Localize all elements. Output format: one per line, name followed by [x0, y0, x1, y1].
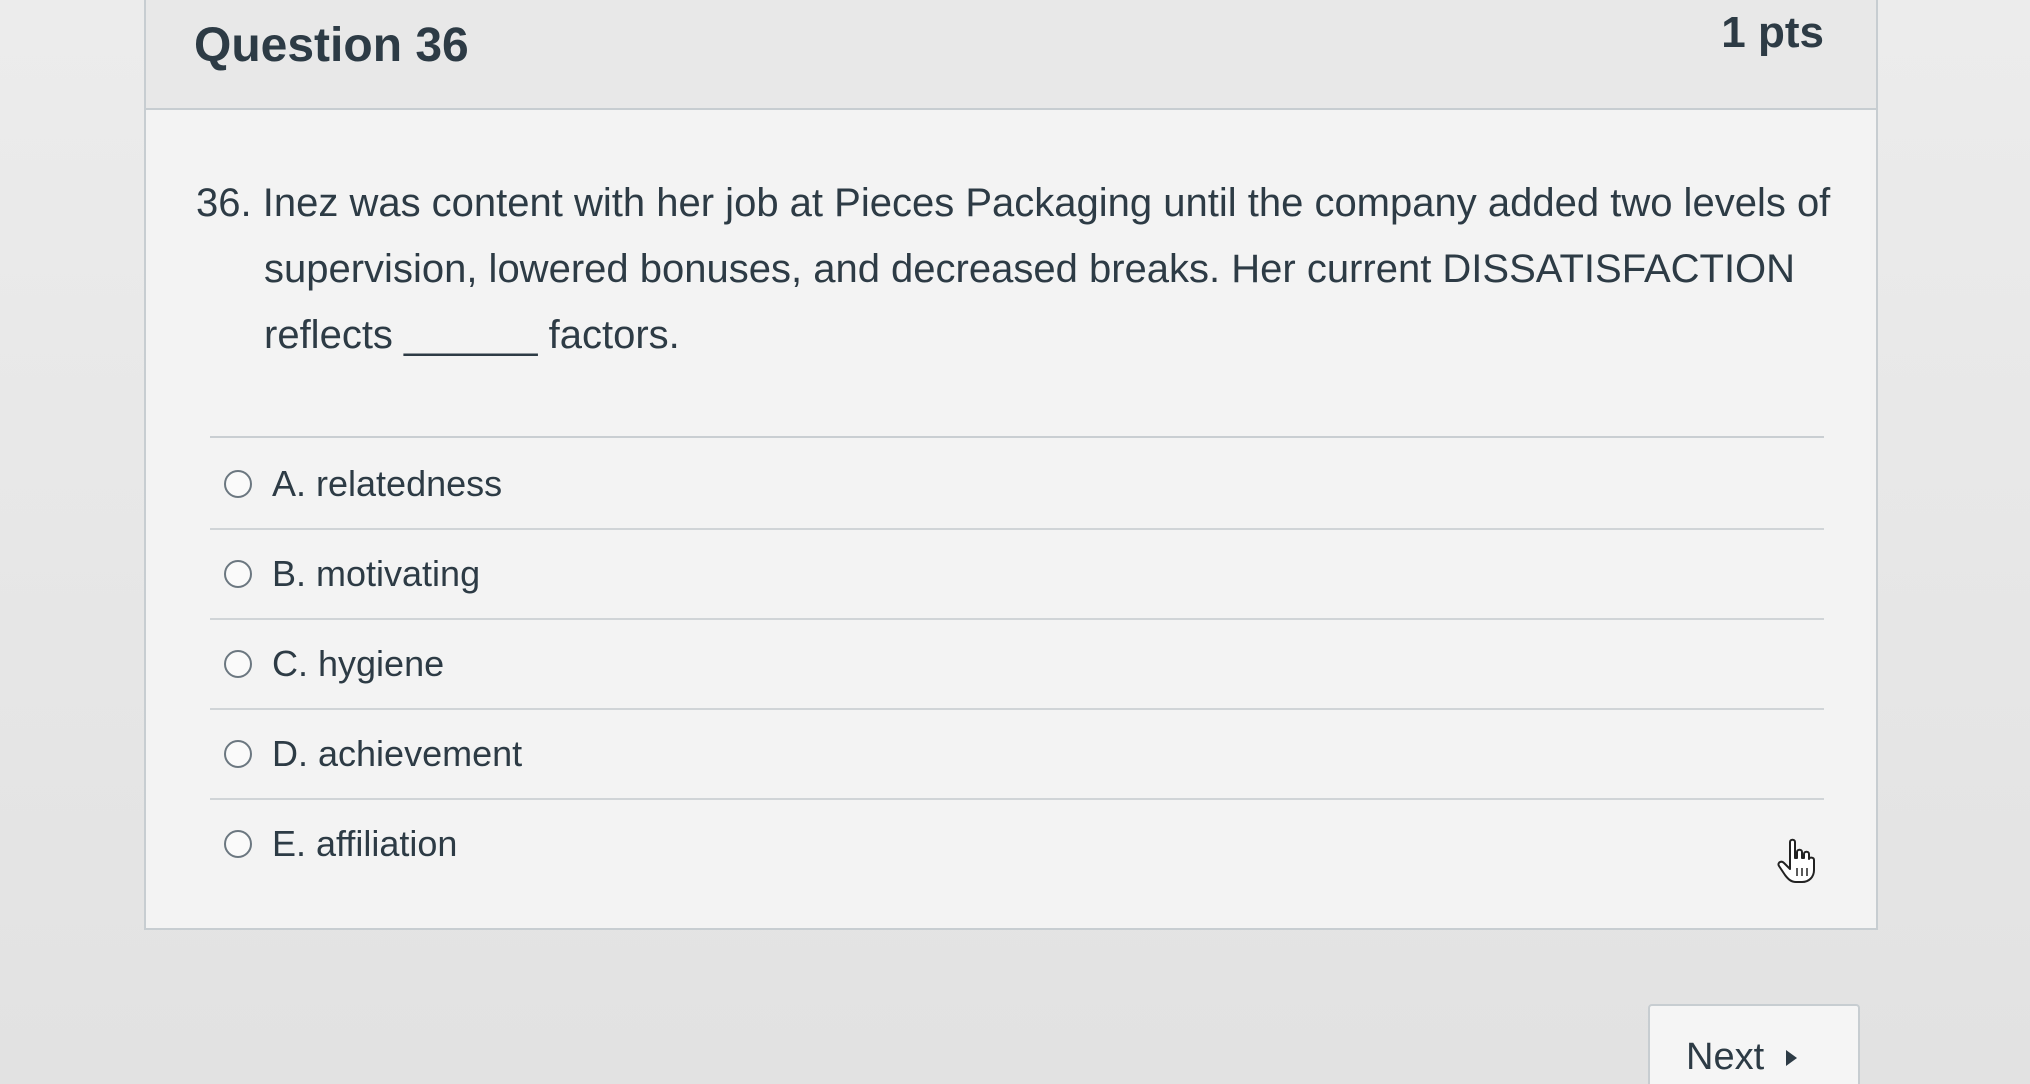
question-card: Question 36 1 pts 36. Inez was content w… — [144, 0, 1878, 930]
answer-label: A. relatedness — [272, 463, 503, 504]
radio-unselected-icon[interactable] — [224, 560, 252, 588]
answer-label: B. motivating — [272, 553, 481, 594]
hand-pointer-icon — [1777, 838, 1815, 883]
radio-unselected-icon[interactable] — [224, 650, 252, 678]
quiz-page: Question 36 1 pts 36. Inez was content w… — [0, 0, 2030, 1084]
radio-unselected-icon[interactable] — [224, 740, 252, 768]
answer-list: A. relatedness B. motivating C. hygiene … — [210, 440, 1824, 888]
answers-divider — [210, 436, 1824, 438]
triangle-right-icon — [1786, 1050, 1798, 1066]
radio-unselected-icon[interactable] — [224, 830, 252, 858]
radio-unselected-icon[interactable] — [224, 470, 252, 498]
question-text: 36. Inez was content with her job at Pie… — [196, 181, 1831, 357]
answer-option-e[interactable]: E. affiliation — [210, 800, 1824, 888]
answer-option-d[interactable]: D. achievement — [210, 710, 1824, 800]
answer-label: C. hygiene — [272, 643, 445, 684]
next-button[interactable]: Next — [1648, 1004, 1860, 1084]
question-title: Question 36 — [194, 19, 469, 72]
answer-option-a[interactable]: A. relatedness — [210, 440, 1824, 530]
answer-option-c[interactable]: C. hygiene — [210, 620, 1824, 710]
answer-label: E. affiliation — [272, 823, 458, 864]
question-header: Question 36 1 pts — [146, 0, 1876, 110]
question-body: 36. Inez was content with her job at Pie… — [196, 170, 1836, 368]
answer-label: D. achievement — [272, 733, 523, 774]
question-points: 1 pts — [1721, 8, 1824, 57]
next-label: Next — [1686, 1036, 1765, 1078]
answer-option-b[interactable]: B. motivating — [210, 530, 1824, 620]
